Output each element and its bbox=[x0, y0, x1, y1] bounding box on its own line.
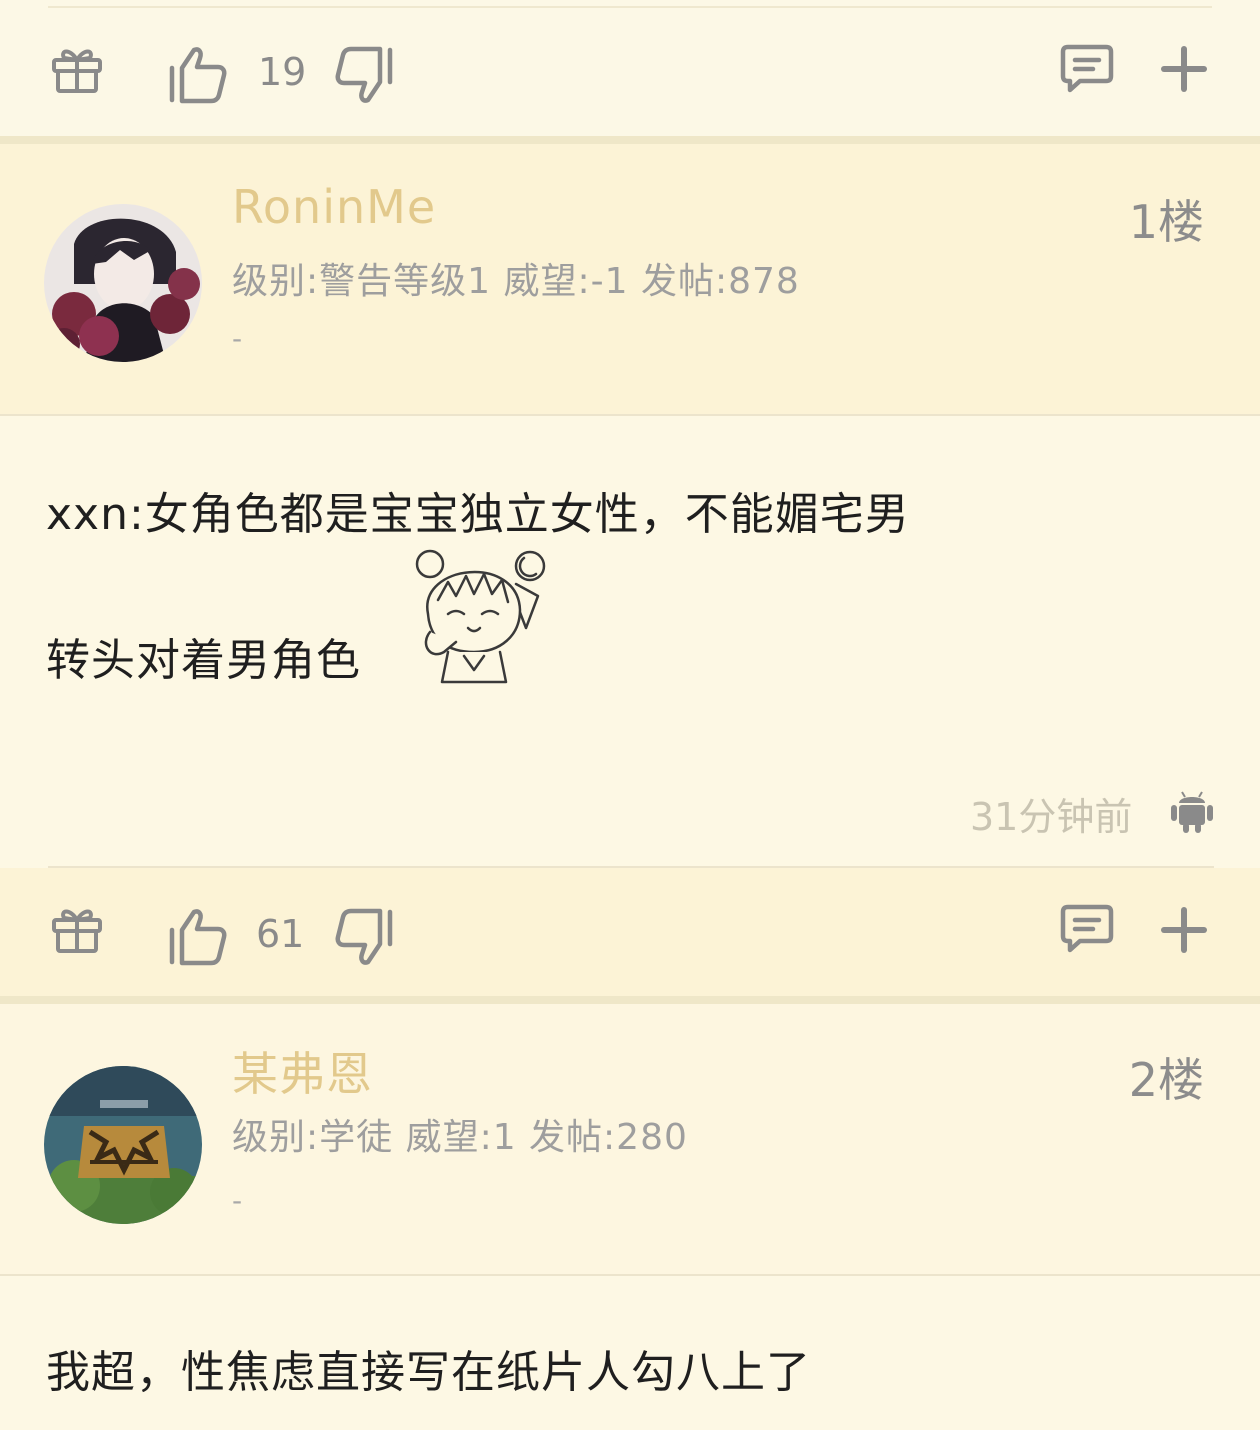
post-1-header: RoninMe 级别:警告等级1 威望:-1 发帖:878 - 1楼 bbox=[0, 144, 1260, 414]
username[interactable]: 某弗恩 bbox=[232, 1038, 373, 1104]
top-divider bbox=[48, 6, 1212, 8]
user-meta: 级别:学徒 威望:1 发帖:280 bbox=[232, 1117, 688, 1158]
plus-icon[interactable] bbox=[1160, 906, 1208, 954]
section-divider bbox=[0, 136, 1260, 144]
header-divider bbox=[0, 1274, 1260, 1276]
section-divider bbox=[0, 996, 1260, 1004]
thumbs-down-icon[interactable] bbox=[334, 908, 396, 968]
user-signature: - bbox=[232, 322, 243, 355]
plus-icon[interactable] bbox=[1160, 45, 1208, 93]
avatar[interactable] bbox=[44, 1066, 202, 1224]
like-count: 61 bbox=[256, 912, 305, 956]
comment-icon[interactable] bbox=[1060, 44, 1114, 94]
thumbs-down-icon[interactable] bbox=[334, 46, 396, 106]
post-timestamp: 31分钟前 bbox=[970, 795, 1133, 839]
emoticon-sticker bbox=[408, 544, 560, 686]
post-2-header: 某弗恩 级别:学徒 威望:1 发帖:280 - 2楼 bbox=[0, 1004, 1260, 1274]
floor-number: 2楼 bbox=[1128, 1053, 1204, 1107]
gift-icon[interactable] bbox=[50, 42, 104, 96]
gift-icon[interactable] bbox=[50, 902, 104, 956]
username[interactable]: RoninMe bbox=[232, 180, 436, 234]
android-icon bbox=[1170, 788, 1214, 834]
post-content-line: 转头对着男角色 bbox=[46, 635, 361, 686]
post-content-line: 我超，性焦虑直接写在纸片人勾八上了 bbox=[46, 1347, 811, 1398]
avatar[interactable] bbox=[44, 204, 202, 362]
like-count: 19 bbox=[258, 50, 307, 94]
post-1-action-bar: 61 bbox=[0, 868, 1260, 996]
comment-icon[interactable] bbox=[1060, 904, 1114, 954]
user-signature: - bbox=[232, 1184, 243, 1217]
thumbs-up-icon[interactable] bbox=[166, 44, 228, 104]
post-content-line: xxn:女角色都是宝宝独立女性，不能媚宅男 bbox=[46, 489, 910, 540]
thumbs-up-icon[interactable] bbox=[166, 906, 228, 966]
prev-post-action-bar: 19 bbox=[0, 0, 1260, 136]
header-divider bbox=[0, 414, 1260, 416]
floor-number: 1楼 bbox=[1128, 195, 1204, 249]
user-meta: 级别:警告等级1 威望:-1 发帖:878 bbox=[232, 261, 800, 302]
